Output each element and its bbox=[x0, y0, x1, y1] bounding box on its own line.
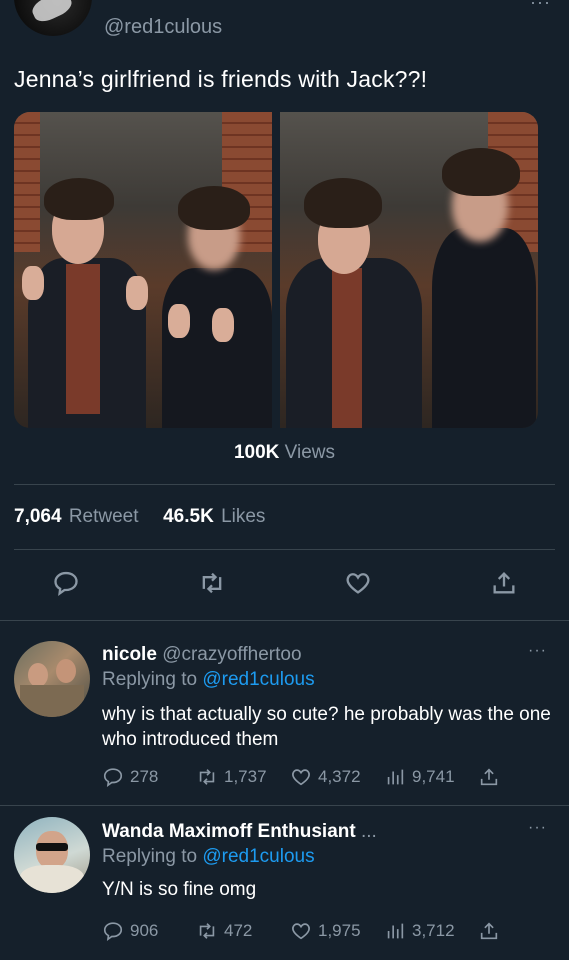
like-count[interactable]: 1,975 bbox=[290, 920, 361, 942]
view-count[interactable]: 9,741 bbox=[384, 766, 455, 788]
views-icon bbox=[387, 923, 404, 939]
reply-tweet[interactable]: Wanda Maximoff Enthusiant ... ··· Replyi… bbox=[0, 805, 569, 960]
tweet-media[interactable] bbox=[14, 112, 538, 428]
photo-2[interactable] bbox=[280, 112, 538, 428]
reply-author[interactable]: Wanda Maximoff Enthusiant ... bbox=[102, 821, 377, 843]
tweet-actions bbox=[0, 566, 569, 604]
views-icon bbox=[387, 769, 404, 785]
like-icon bbox=[292, 769, 310, 786]
author-avatar[interactable] bbox=[14, 0, 92, 36]
replying-to: Replying to @red1culous bbox=[102, 669, 315, 690]
mention-link[interactable]: @red1culous bbox=[202, 846, 314, 867]
views-label: Views bbox=[284, 442, 336, 463]
replying-to: Replying to @red1culous bbox=[102, 846, 315, 867]
avatar[interactable] bbox=[14, 641, 90, 717]
more-options-icon[interactable]: ··· bbox=[528, 642, 547, 660]
likes-stat[interactable]: 46.5K Likes bbox=[163, 506, 265, 527]
share-button[interactable] bbox=[478, 920, 500, 942]
avatar[interactable] bbox=[14, 817, 90, 893]
display-name: Wanda Maximoff Enthusiant bbox=[102, 821, 356, 842]
reply-text: Y/N is so fine omg bbox=[102, 879, 257, 900]
more-options-icon[interactable]: ··· bbox=[530, 0, 551, 13]
share-icon[interactable] bbox=[487, 566, 521, 600]
photo-1[interactable] bbox=[14, 112, 272, 428]
like-icon bbox=[292, 923, 310, 940]
reply-icon bbox=[103, 768, 123, 788]
views-count: 100K Views bbox=[0, 442, 569, 464]
retweet-icon[interactable] bbox=[195, 566, 229, 600]
views-number: 100K bbox=[233, 442, 280, 463]
reply-icon bbox=[103, 922, 123, 942]
share-icon bbox=[480, 768, 498, 786]
reply-icon[interactable] bbox=[49, 566, 83, 600]
reply-count[interactable]: 906 bbox=[102, 920, 158, 942]
reply-text: why is that actually so cute? he probabl… bbox=[102, 704, 551, 750]
divider bbox=[14, 549, 555, 550]
share-icon bbox=[480, 922, 498, 940]
like-icon[interactable] bbox=[341, 566, 375, 600]
retweet-count[interactable]: 472 bbox=[196, 920, 252, 942]
reply-count[interactable]: 278 bbox=[102, 766, 158, 788]
view-count[interactable]: 3,712 bbox=[384, 920, 455, 942]
reply-metrics: 278 1,737 4,372 9,741 bbox=[102, 766, 522, 794]
display-name: nicole bbox=[102, 644, 157, 665]
mention-link[interactable]: @red1culous bbox=[202, 669, 314, 690]
share-button[interactable] bbox=[478, 766, 500, 788]
retweets-stat[interactable]: 7,064 Retweet bbox=[14, 506, 139, 527]
reply-author[interactable]: nicole @crazyoffhertoo bbox=[102, 644, 302, 666]
more-options-icon[interactable]: ··· bbox=[528, 819, 547, 837]
tweet-stats: 7,064 Retweet 46.5K Likes bbox=[14, 506, 265, 528]
retweet-icon bbox=[199, 769, 215, 785]
divider bbox=[14, 484, 555, 485]
retweet-count[interactable]: 1,737 bbox=[196, 766, 267, 788]
tweet-text: Jenna’s girlfriend is friends with Jack?… bbox=[14, 66, 428, 92]
reply-tweet[interactable]: nicole @crazyoffhertoo ··· Replying to @… bbox=[0, 620, 569, 805]
reply-metrics: 906 472 1,975 3,712 bbox=[102, 920, 522, 948]
retweet-icon bbox=[199, 923, 215, 939]
user-handle: @crazyoffhertoo bbox=[162, 644, 302, 665]
like-count[interactable]: 4,372 bbox=[290, 766, 361, 788]
name-truncation: ... bbox=[360, 821, 377, 842]
author-handle[interactable]: @red1culous bbox=[104, 16, 222, 39]
